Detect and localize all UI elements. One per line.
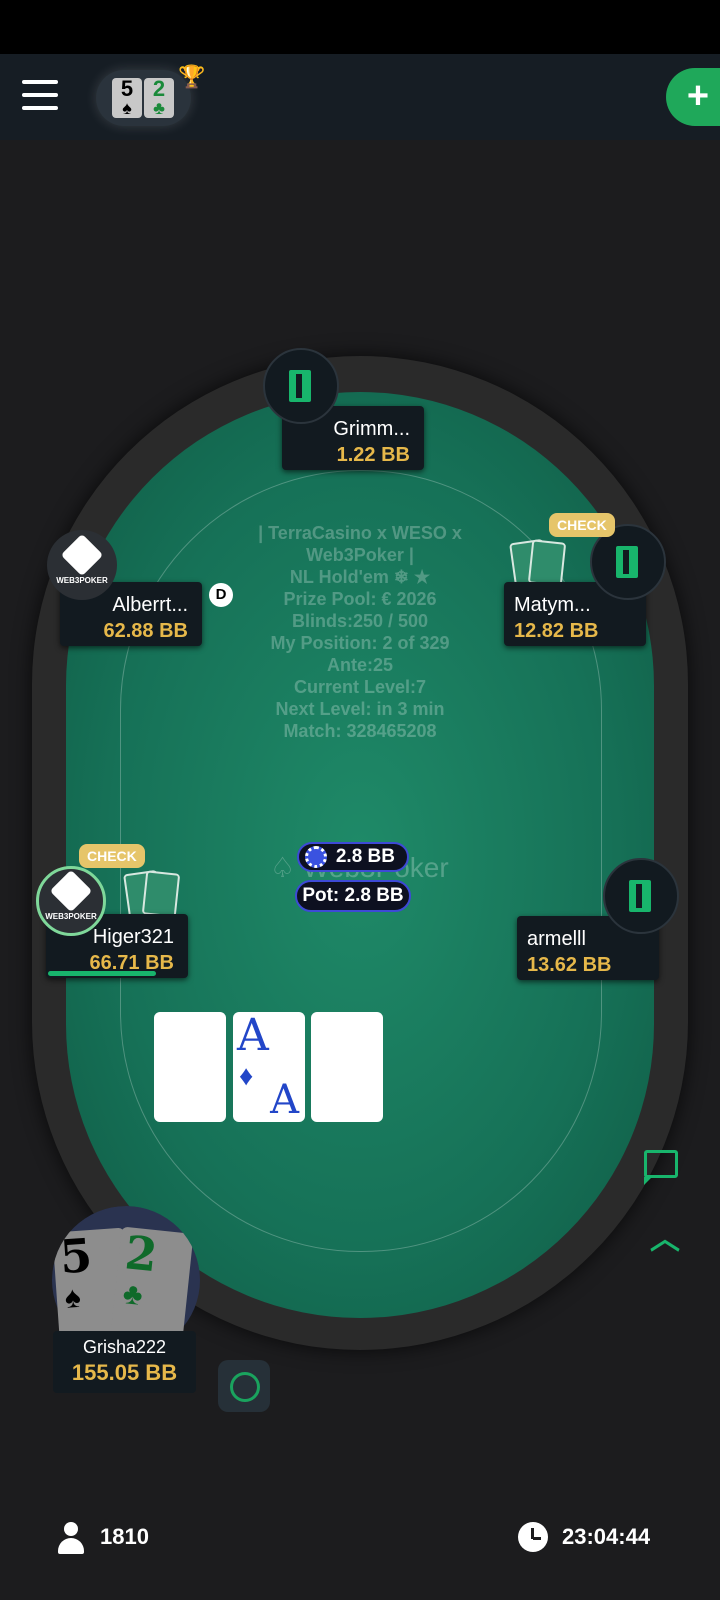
chat-icon[interactable] [644, 1150, 678, 1185]
info-line: Blinds:250 / 500 [291, 611, 429, 631]
target-icon[interactable] [218, 1360, 270, 1412]
pot-amount: Pot: 2.8 BB [295, 880, 411, 912]
info-line: NL Hold'em ❄ ★ [289, 567, 431, 587]
seat-name: armelll [527, 928, 586, 950]
bet-amount: 2.8 BB [297, 842, 409, 872]
card-rank: K [190, 1077, 220, 1123]
board-card: A ♦ A [233, 1012, 305, 1122]
chip-icon [305, 846, 327, 868]
info-line: Prize Pool: € 2026 [283, 589, 437, 609]
chevron-up-icon[interactable]: ︿ [650, 1214, 680, 1258]
info-line: Next Level: in 3 min [275, 699, 445, 719]
seat-name: Alberrt... [112, 594, 188, 616]
door-icon[interactable] [263, 348, 339, 424]
players-count: 1810 [100, 1524, 149, 1549]
card-rank: A [270, 1077, 299, 1123]
table-info: | TerraCasino x WESO x Web3Poker | NL Ho… [240, 522, 480, 742]
spade-icon: ♠ [160, 1060, 175, 1091]
person-icon [56, 1522, 86, 1556]
card-rank: 9 [351, 1077, 377, 1123]
turn-timer-bar [48, 971, 156, 976]
dealer-button: D [209, 583, 233, 607]
hand-preview-button[interactable]: 5 ♠ 2 ♣ [96, 70, 191, 126]
clock-icon [518, 1522, 548, 1552]
card-rank: A [237, 1010, 269, 1061]
hero-card-2: 2 ♣ [110, 1225, 194, 1344]
check-badge: CHECK [79, 844, 145, 868]
seat-name: Grimm... [333, 418, 410, 440]
info-line: Ante:25 [326, 655, 393, 675]
seat-name: Matym... [514, 594, 591, 616]
hero-stack: 155.05 BB [71, 1360, 178, 1385]
info-line: Current Level:7 [293, 677, 427, 697]
avatar[interactable]: WEB3POKER [36, 866, 106, 936]
card-rank: 9 [315, 1010, 343, 1061]
seat-name: Higer321 [92, 926, 174, 948]
card-backs [509, 538, 568, 588]
seat-stack: 12.82 BB [514, 620, 599, 642]
mini-card-1: 5 ♠ [112, 78, 142, 118]
hero-hole-cards[interactable]: 5 ♠ 2 ♣ [52, 1206, 200, 1346]
board-card: 9 ♠ 9 [311, 1012, 383, 1122]
hero-name: Grisha222 [82, 1337, 167, 1357]
board-card: K ♠ K [154, 1012, 226, 1122]
hero-seat[interactable]: Grisha222 155.05 BB [53, 1331, 196, 1393]
add-table-button[interactable]: + [666, 68, 720, 126]
info-line: | TerraCasino x WESO x [258, 523, 462, 543]
diamond-icon: ♦ [239, 1060, 254, 1091]
seat-stack: 62.88 BB [103, 620, 189, 642]
mini-card-2: 2 ♣ [144, 78, 174, 118]
trophy-icon[interactable]: 🏆 [178, 64, 205, 90]
clock-time: 23:04:44 [562, 1524, 651, 1549]
seat-stack: 13.62 BB [527, 954, 612, 976]
info-line: Web3Poker | [306, 545, 414, 565]
hamburger-icon[interactable] [22, 80, 58, 114]
door-icon[interactable] [603, 858, 679, 934]
info-line: My Position: 2 of 329 [270, 633, 450, 653]
avatar[interactable]: WEB3POKER [47, 530, 117, 600]
check-badge: CHECK [549, 513, 615, 537]
info-line: Match: 328465208 [283, 721, 437, 741]
status-bar [0, 0, 720, 54]
spade-icon: ♠ [317, 1060, 332, 1091]
card-backs [123, 869, 182, 919]
seat-stack: 1.22 BB [336, 444, 410, 466]
card-rank: K [158, 1010, 191, 1061]
